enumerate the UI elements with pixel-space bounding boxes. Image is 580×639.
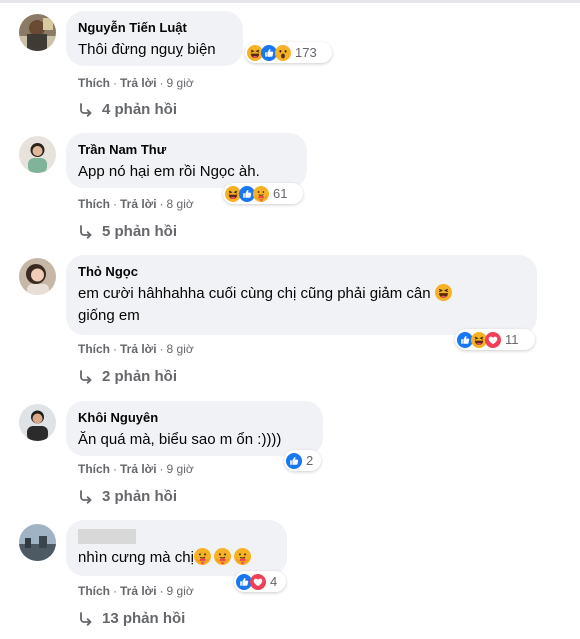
comment-actions: Thích · Trả lời · 9 giờ [78,76,194,90]
reaction-summary[interactable]: 2 [284,450,321,471]
comment-author[interactable]: Thỏ Ngọc [78,263,525,280]
reaction-summary[interactable]: 61 [223,183,303,204]
comment-text: App nó hại em rồi Ngọc àh. [78,163,260,180]
avatar[interactable] [19,136,56,173]
love-reaction-icon [485,332,501,348]
comment-author[interactable]: Trần Nam Thư [78,141,295,158]
reply-link[interactable]: Trả lời [120,197,157,211]
like-link[interactable]: Thích [78,342,110,356]
reply-arrow-icon [78,224,94,240]
view-replies-link[interactable]: 2 phản hồi [78,368,177,385]
laughing-emoji-icon [435,284,452,301]
replies-label: 2 phản hồi [102,368,177,385]
comment-time[interactable]: 8 giờ [167,197,194,211]
comment-actions: Thích · Trả lời · 9 giờ [78,584,194,598]
comment-actions: Thích · Trả lời · 9 giờ [78,462,194,476]
comment-text-line1: em cười hâhhahha cuối cùng chị cũng phải… [78,285,431,302]
comment-text-line2: giống em [78,307,140,324]
comment-time[interactable]: 9 giờ [167,462,194,476]
view-replies-link[interactable]: 3 phản hồi [78,488,177,505]
like-reaction-icon [286,453,302,469]
replies-label: 5 phản hồi [102,223,177,240]
comment-bubble: Thỏ Ngọc em cười hâhhahha cuối cùng chị … [66,255,537,335]
replies-label: 13 phản hồi [102,610,186,627]
comment-text-main: nhìn cưng mà chị [78,549,194,566]
reaction-summary[interactable]: 173 [245,42,332,63]
comment-actions: Thích · Trả lời · 8 giờ [78,342,194,356]
reply-link[interactable]: Trả lời [120,342,157,356]
avatar[interactable] [19,524,56,561]
view-replies-link[interactable]: 5 phản hồi [78,223,177,240]
comment-bubble: Khôi Nguyên Ăn quá mà, biểu sao m ổn :))… [66,401,323,456]
comment-time[interactable]: 9 giờ [167,584,194,598]
smiling-emoji-icon [194,548,211,565]
like-link[interactable]: Thích [78,584,110,598]
comment-author[interactable]: Khôi Nguyên [78,409,311,426]
smiling-emoji-icon [234,548,251,565]
reaction-summary[interactable]: 4 [234,571,286,592]
reply-link[interactable]: Trả lời [120,76,157,90]
comment-bubble: nhìn cưng mà chị [66,520,287,576]
reaction-count: 4 [270,574,278,589]
like-link[interactable]: Thích [78,197,110,211]
care-reaction-icon [253,186,269,202]
reply-link[interactable]: Trả lời [120,584,157,598]
smiling-emoji-icon [214,548,231,565]
view-replies-link[interactable]: 13 phản hồi [78,610,185,627]
avatar[interactable] [19,14,56,51]
replies-label: 3 phản hồi [102,488,177,505]
replies-label: 4 phản hồi [102,101,177,118]
reaction-count: 173 [295,45,317,60]
comment-text: em cười hâhhahha cuối cùng chị cũng phải… [78,283,525,327]
avatar[interactable] [19,258,56,295]
like-link[interactable]: Thích [78,462,110,476]
redacted-author-name [78,529,136,544]
reaction-count: 11 [505,332,519,347]
comment-time[interactable]: 9 giờ [167,76,194,90]
comment-bubble: Nguyễn Tiến Luật Thôi đừng nguỵ biện [66,11,243,66]
comment-text: Thôi đừng nguỵ biện [78,41,216,58]
reply-link[interactable]: Trả lời [120,462,157,476]
love-reaction-icon [250,574,266,590]
reply-arrow-icon [78,102,94,118]
reply-arrow-icon [78,369,94,385]
comment-text: Ăn quá mà, biểu sao m ổn :)))) [78,431,282,448]
like-link[interactable]: Thích [78,76,110,90]
wow-reaction-icon [275,45,291,61]
comment-bubble: Trần Nam Thư App nó hại em rồi Ngọc àh. [66,133,307,188]
comment-time[interactable]: 8 giờ [167,342,194,356]
comment-author[interactable]: Nguyễn Tiến Luật [78,19,231,36]
reaction-summary[interactable]: 11 [455,329,535,350]
reply-arrow-icon [78,489,94,505]
view-replies-link[interactable]: 4 phản hồi [78,101,177,118]
comment-actions: Thích · Trả lời · 8 giờ [78,197,194,211]
reaction-count: 61 [273,186,288,201]
previous-content-edge [0,0,580,3]
reaction-count: 2 [306,453,314,468]
avatar[interactable] [19,404,56,441]
reply-arrow-icon [78,611,94,627]
comment-text: nhìn cưng mà chị [78,547,275,569]
